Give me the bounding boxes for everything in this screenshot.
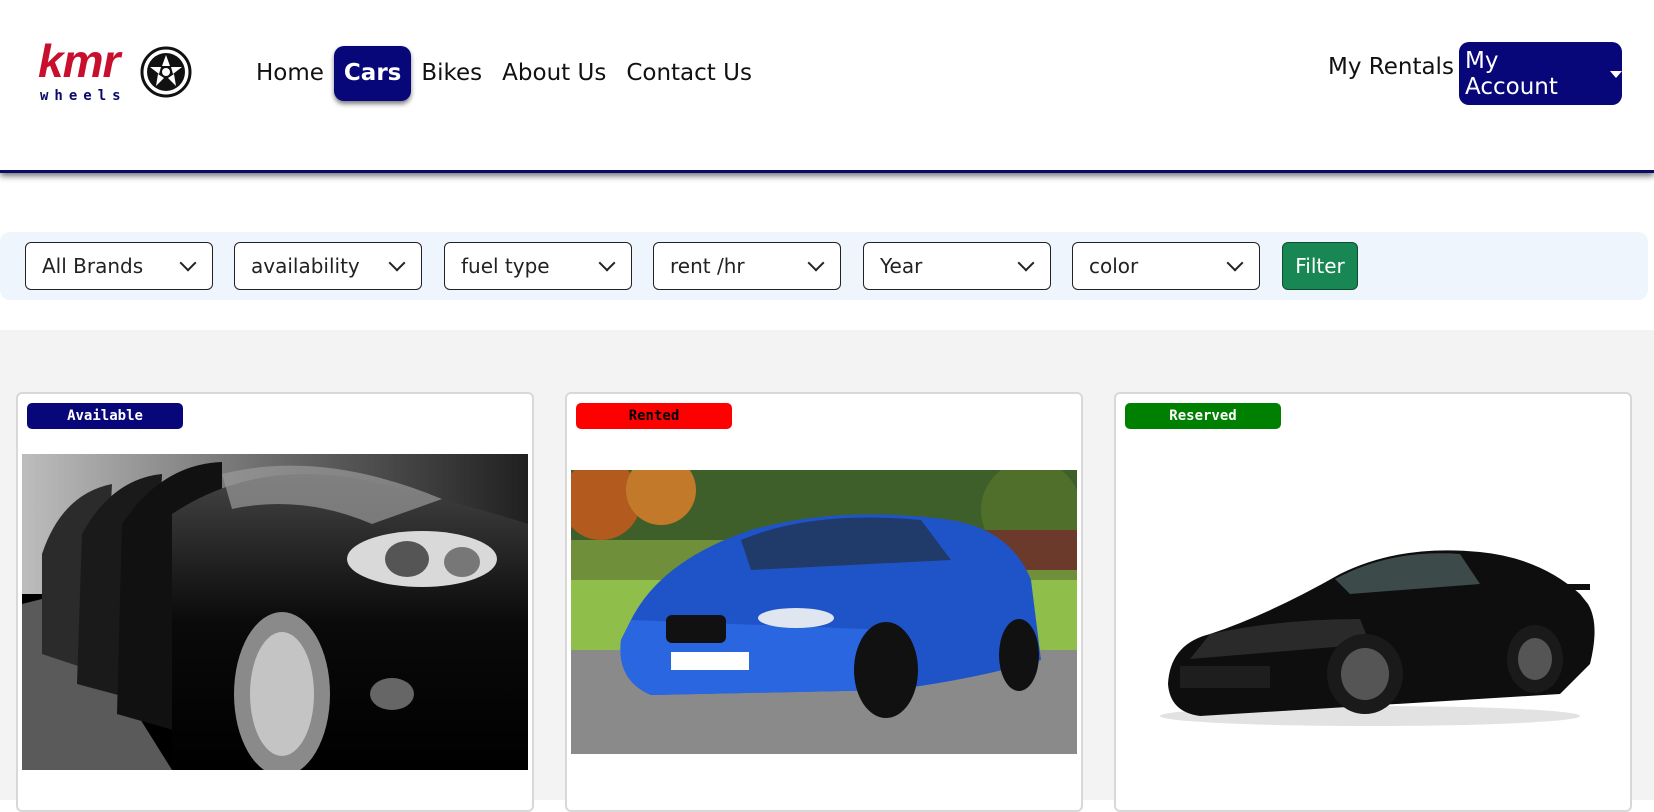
my-account-dropdown[interactable]: My Account: [1459, 42, 1622, 105]
chevron-down-icon: [1017, 254, 1035, 272]
filter-bar: All Brands availability fuel type rent /…: [0, 232, 1648, 300]
rent-per-hour-select[interactable]: rent /hr: [653, 242, 841, 290]
status-badge: Available: [27, 403, 183, 429]
brand-select-value: All Brands: [42, 254, 144, 278]
year-select-value: Year: [880, 254, 923, 278]
chevron-down-icon: [807, 254, 825, 272]
car-image: [22, 454, 528, 770]
color-select[interactable]: color: [1072, 242, 1260, 290]
brand-logo[interactable]: kmr wheels: [36, 35, 196, 110]
nav-about-us[interactable]: About Us: [492, 52, 616, 95]
chevron-down-icon: [388, 254, 406, 272]
rent-per-hour-select-value: rent /hr: [670, 254, 745, 278]
fuel-type-select-value: fuel type: [461, 254, 550, 278]
nav-home[interactable]: Home: [246, 52, 334, 95]
nav-bikes[interactable]: Bikes: [411, 52, 492, 95]
car-card[interactable]: Reserved: [1114, 392, 1632, 812]
logo-subtext: wheels: [40, 88, 127, 104]
caret-down-icon: [1610, 71, 1622, 78]
car-image: [571, 470, 1077, 754]
chevron-down-icon: [1226, 254, 1244, 272]
chevron-down-icon: [179, 254, 197, 272]
main-nav: Home Cars Bikes About Us Contact Us: [246, 46, 762, 101]
my-account-label: My Account: [1465, 47, 1558, 100]
wheel-icon: [140, 46, 192, 98]
color-select-value: color: [1089, 254, 1139, 278]
filter-button[interactable]: Filter: [1282, 242, 1358, 290]
car-card[interactable]: Available: [16, 392, 534, 812]
status-badge: Rented: [576, 403, 732, 429]
my-rentals-link[interactable]: My Rentals: [1328, 54, 1454, 80]
fuel-type-select[interactable]: fuel type: [444, 242, 632, 290]
logo-text: kmr: [38, 35, 120, 87]
status-badge: Reserved: [1125, 403, 1281, 429]
car-list: Available Rented Reserved: [0, 330, 1654, 812]
nav-cars[interactable]: Cars: [333, 46, 412, 101]
top-navbar: kmr wheels Home Cars Bikes About Us Cont…: [0, 0, 1654, 173]
nav-contact-us[interactable]: Contact Us: [616, 52, 762, 95]
year-select[interactable]: Year: [863, 242, 1051, 290]
brand-select[interactable]: All Brands: [25, 242, 213, 290]
car-card[interactable]: Rented: [565, 392, 1083, 812]
availability-select-value: availability: [251, 254, 360, 278]
car-image: [1120, 454, 1626, 770]
availability-select[interactable]: availability: [234, 242, 422, 290]
chevron-down-icon: [598, 254, 616, 272]
